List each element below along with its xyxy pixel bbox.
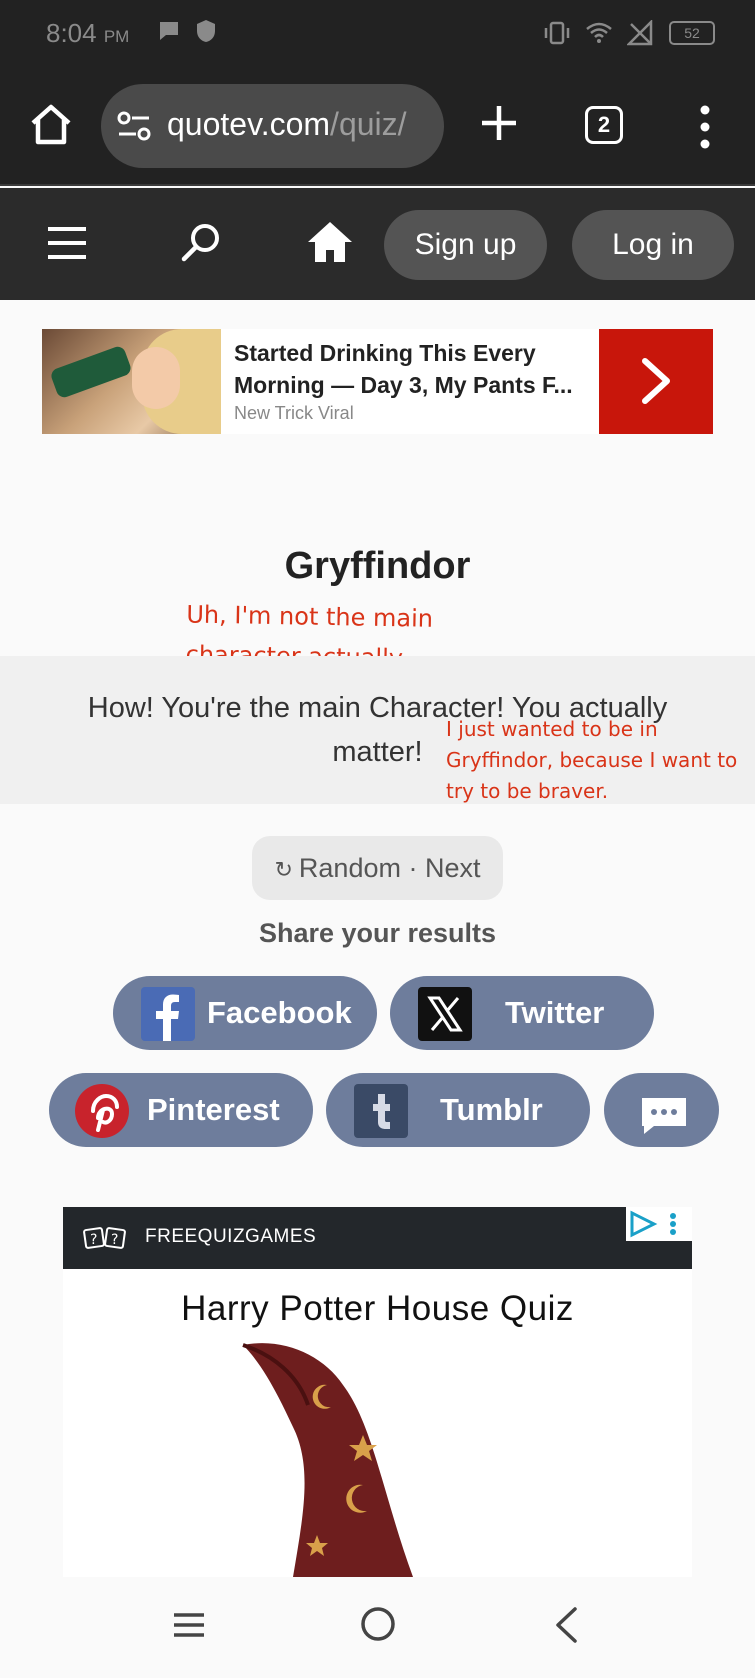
adchoices-icon[interactable] [626,1207,692,1241]
game-ad-header: ?? FREEQUIZGAMES [63,1207,692,1269]
url-host: quotev.com [167,106,331,142]
vibrate-icon [544,21,570,45]
tab-switcher-button[interactable]: 2 [585,106,623,144]
ad-title[interactable]: Started Drinking This Every Morning — Da… [234,337,594,401]
handwritten-note-2: I just wanted to be in Gryffindor, becau… [446,717,738,803]
ad-image [42,329,221,434]
tumblr-icon [354,1084,408,1138]
browser-toolbar: quotev.com/quiz/ 2 [0,66,755,186]
home-icon[interactable] [306,220,354,264]
ad-banner[interactable]: Started Drinking This Every Morning — Da… [42,329,713,434]
share-tumblr-label: Tumblr [440,1092,543,1127]
share-twitter-button[interactable]: Twitter [390,976,654,1050]
notification-icons [156,18,218,44]
share-tumblr-button[interactable]: Tumblr [326,1073,590,1147]
clock-ampm: PM [103,27,130,46]
no-signal-icon [627,20,653,46]
random-next-button[interactable]: ↻ Random · Next [252,836,503,900]
share-comment-button[interactable] [604,1073,719,1147]
facebook-icon [141,987,195,1041]
status-bar: 8:04 PM 52 [0,0,755,66]
site-nav: Sign up Log in [0,188,755,300]
share-twitter-label: Twitter [505,995,605,1030]
result-title: Gryffindor [284,545,471,587]
url-path: /quiz/ [330,106,407,142]
shield-icon [197,20,215,42]
log-in-button[interactable]: Log in [572,210,734,280]
new-tab-plus-icon[interactable] [478,102,520,144]
sign-up-button[interactable]: Sign up [384,210,547,280]
comment-bubble-icon [640,1089,688,1134]
search-icon[interactable] [180,221,222,263]
quiz-game-ad[interactable]: ?? FREEQUIZGAMES Harry Potter House Quiz [63,1207,692,1577]
share-pinterest-button[interactable]: Pinterest [49,1073,313,1147]
x-twitter-icon [418,987,472,1041]
chat-bubble-icon [160,22,178,40]
hamburger-menu-icon[interactable] [46,223,88,263]
share-pinterest-label: Pinterest [147,1092,280,1127]
system-icons: 52 [543,20,715,46]
share-heading: Share your results [258,918,497,948]
wizard-hat-icon [242,1343,413,1577]
pinterest-icon [75,1084,129,1138]
url-text: quotev.com/quiz/ [167,106,407,143]
back-chevron-icon[interactable] [553,1606,579,1644]
clock-time: 8:04 [46,18,97,48]
ad-image-bottle [49,344,133,400]
refresh-icon: ↻ [274,857,293,882]
recents-menu-icon[interactable] [172,1610,206,1640]
site-settings-icon[interactable] [117,110,151,142]
game-ad-title[interactable]: Harry Potter House Quiz [63,1289,692,1329]
battery-icon: 52 [669,21,715,45]
game-ad-brand: FREEQUIZGAMES [145,1226,317,1247]
wifi-icon [586,22,612,43]
share-facebook-label: Facebook [207,995,352,1030]
ad-image-face [132,347,180,409]
share-facebook-button[interactable]: Facebook [113,976,377,1050]
svg-text:?: ? [111,1232,118,1248]
home-circle-icon[interactable] [360,1606,396,1642]
chevron-right-icon [642,358,670,404]
system-nav-bar [0,1578,755,1678]
ad-cta-button[interactable] [599,329,713,434]
home-icon[interactable] [26,100,76,150]
ad-source: New Trick Viral [234,403,354,423]
url-bar[interactable]: quotev.com/quiz/ [101,84,444,168]
svg-text:?: ? [90,1232,97,1248]
clock: 8:04 PM [46,18,129,49]
quiz-logo-icon: ?? [83,1227,126,1249]
more-vert-icon[interactable] [690,104,720,150]
random-next-label: Random · Next [298,853,481,883]
